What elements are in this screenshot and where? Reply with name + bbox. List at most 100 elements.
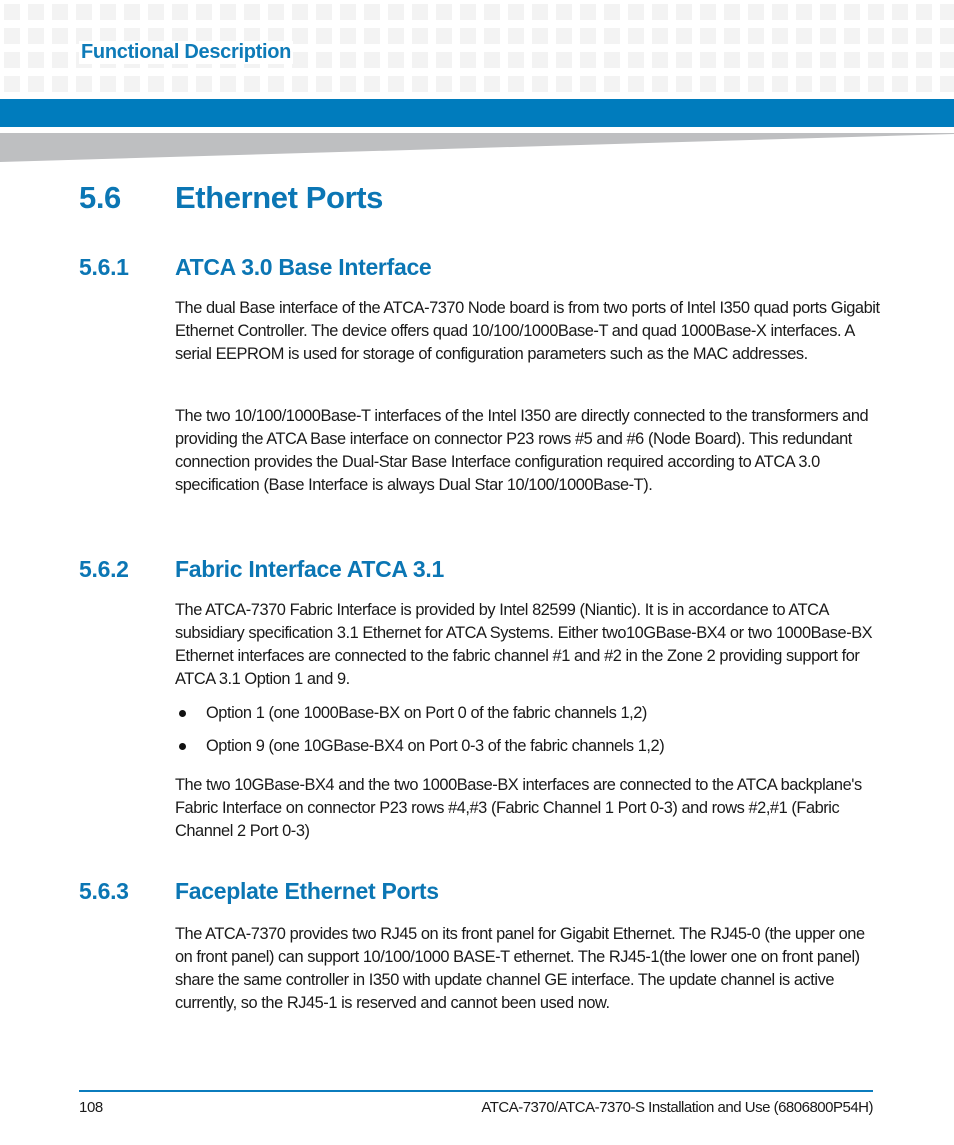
grid-square <box>532 52 548 68</box>
grid-square <box>580 4 596 20</box>
grid-square <box>436 76 452 92</box>
grid-square <box>628 76 644 92</box>
grid-square <box>868 28 884 44</box>
grid-square <box>700 4 716 20</box>
grid-square <box>676 28 692 44</box>
grid-square <box>244 4 260 20</box>
grid-square <box>52 4 68 20</box>
grid-square <box>460 4 476 20</box>
grid-square <box>724 4 740 20</box>
bullet-icon <box>179 743 186 750</box>
grid-square <box>580 28 596 44</box>
grid-square <box>388 76 404 92</box>
grid-square <box>412 76 428 92</box>
grid-square <box>388 52 404 68</box>
grid-square <box>820 52 836 68</box>
grid-square <box>364 52 380 68</box>
grid-square <box>892 4 908 20</box>
grid-square <box>76 76 92 92</box>
grid-square <box>460 28 476 44</box>
grid-square <box>940 52 954 68</box>
grid-square <box>4 28 20 44</box>
grid-square <box>844 28 860 44</box>
grid-square <box>28 4 44 20</box>
grid-square <box>508 52 524 68</box>
grid-square <box>76 4 92 20</box>
grid-square <box>820 28 836 44</box>
grid-square <box>724 28 740 44</box>
grid-square <box>916 76 932 92</box>
grid-square <box>676 4 692 20</box>
grid-square <box>100 76 116 92</box>
grid-square <box>508 28 524 44</box>
grid-square <box>436 4 452 20</box>
grid-square <box>484 76 500 92</box>
grid-square <box>916 4 932 20</box>
grid-square <box>268 4 284 20</box>
grid-square <box>868 52 884 68</box>
grid-square <box>124 76 140 92</box>
grid-square <box>244 76 260 92</box>
grid-square <box>412 52 428 68</box>
grid-square <box>556 76 572 92</box>
grid-square <box>340 52 356 68</box>
grid-square <box>484 4 500 20</box>
grid-square <box>556 28 572 44</box>
grid-square <box>772 28 788 44</box>
grid-square <box>316 4 332 20</box>
grid-square <box>4 52 20 68</box>
grid-square <box>700 52 716 68</box>
grid-square <box>436 28 452 44</box>
grid-square <box>508 4 524 20</box>
grid-square <box>484 52 500 68</box>
grid-square <box>532 4 548 20</box>
grid-square <box>748 4 764 20</box>
grid-square <box>268 76 284 92</box>
paragraph: The two 10/100/1000Base-T interfaces of … <box>175 407 869 494</box>
footer-rule <box>79 1090 873 1092</box>
grid-square <box>460 52 476 68</box>
grid-square <box>724 52 740 68</box>
grid-square <box>388 4 404 20</box>
grid-square <box>4 76 20 92</box>
grid-square <box>796 52 812 68</box>
subsection-number: 5.6.2 <box>79 556 129 582</box>
grid-square <box>700 28 716 44</box>
subsection-heading-5-6-3: 5.6.3 Faceplate Ethernet Ports <box>79 878 439 905</box>
grid-square <box>52 76 68 92</box>
grid-square <box>676 76 692 92</box>
grid-square <box>52 28 68 44</box>
grid-square <box>364 4 380 20</box>
grid-square <box>748 28 764 44</box>
grid-square <box>124 4 140 20</box>
subsection-number: 5.6.3 <box>79 878 129 904</box>
grid-square <box>748 52 764 68</box>
grid-square <box>748 76 764 92</box>
grid-square <box>484 28 500 44</box>
grid-square <box>148 4 164 20</box>
grid-square <box>628 4 644 20</box>
grid-square <box>844 52 860 68</box>
subsection-number: 5.6.1 <box>79 254 129 280</box>
grid-square <box>508 76 524 92</box>
paragraph: The two 10GBase-BX4 and the two 1000Base… <box>175 776 862 840</box>
grid-square <box>628 52 644 68</box>
grid-square <box>28 52 44 68</box>
subsection-title: Faceplate Ethernet Ports <box>175 878 439 904</box>
document-title: ATCA-7370/ATCA-7370-S Installation and U… <box>481 1099 873 1116</box>
grid-square <box>220 4 236 20</box>
grid-square <box>628 28 644 44</box>
grid-square <box>772 76 788 92</box>
grid-square <box>436 52 452 68</box>
grid-square <box>580 76 596 92</box>
section-number: 5.6 <box>79 180 121 215</box>
grid-square <box>4 4 20 20</box>
grid-square <box>196 4 212 20</box>
grid-square <box>292 28 308 44</box>
subsection-title: ATCA 3.0 Base Interface <box>175 254 432 280</box>
grid-square <box>700 76 716 92</box>
grid-square <box>340 76 356 92</box>
grid-square <box>604 76 620 92</box>
subsection-title: Fabric Interface ATCA 3.1 <box>175 556 445 582</box>
grid-square <box>28 28 44 44</box>
